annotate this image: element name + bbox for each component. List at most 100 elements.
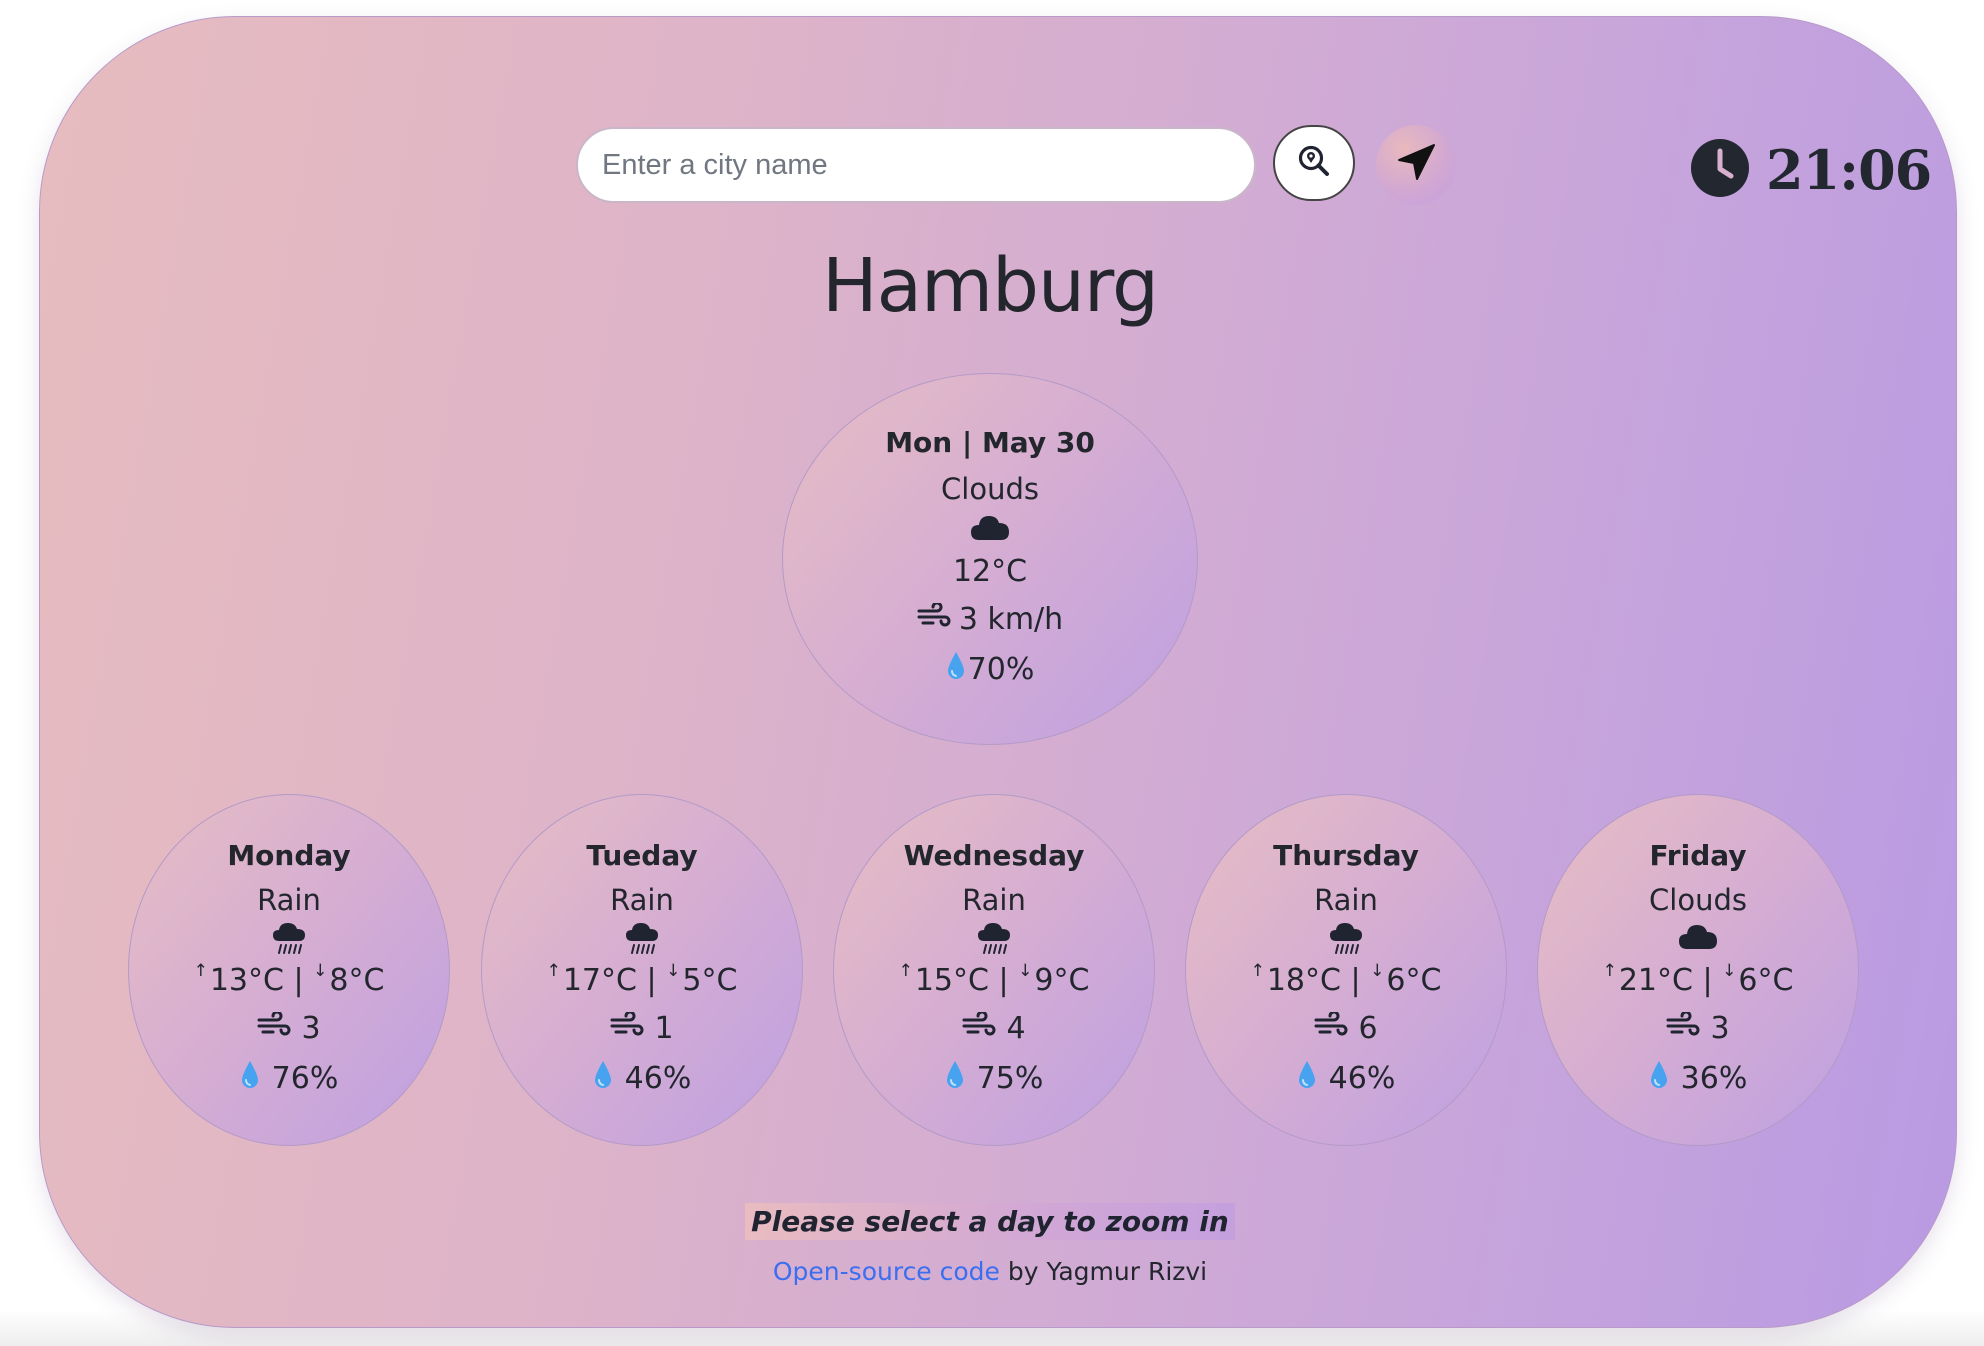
wind-icon: [1666, 1010, 1700, 1046]
current-condition-icon-wrap: [783, 512, 1197, 546]
forecast-wind-row: 4: [834, 1010, 1154, 1046]
search-location-icon: [1297, 144, 1331, 182]
forecast-low: 5°C: [682, 963, 738, 998]
wind-icon: [962, 1010, 996, 1046]
forecast-wind: 3: [301, 1011, 321, 1046]
select-day-hint: Please select a day to zoom in: [745, 1203, 1235, 1240]
forecast-humidity: 76%: [271, 1060, 339, 1096]
forecast-low: 9°C: [1034, 963, 1090, 998]
current-temperature: 12°C: [952, 554, 1028, 589]
forecast-wind-row: 1: [482, 1010, 802, 1046]
current-condition: Clouds: [941, 472, 1039, 506]
forecast-high: 21°C: [1618, 963, 1693, 998]
cloud-rain-icon: [624, 921, 660, 959]
search-button[interactable]: [1273, 125, 1355, 201]
forecast-humidity: 75%: [976, 1060, 1044, 1096]
forecast-wind: 6: [1358, 1011, 1378, 1046]
current-location-button[interactable]: [1376, 125, 1456, 205]
forecast-day-friday[interactable]: Friday Clouds ↑ 21°C | ↓ 6°C 3 36%: [1537, 794, 1859, 1146]
clock: 21:06: [1690, 135, 1932, 205]
forecast-temp-row: ↑ 18°C | ↓ 6°C: [1186, 960, 1506, 999]
wind-icon: [257, 1010, 291, 1046]
forecast-low: 6°C: [1386, 963, 1442, 998]
forecast-wind-row: 3: [129, 1010, 449, 1046]
forecast-wind: 3: [1710, 1011, 1730, 1046]
arrow-down-icon: ↓: [666, 960, 681, 981]
forecast-temp-row: ↑ 13°C | ↓ 8°C: [129, 960, 449, 999]
forecast-condition-icon-wrap: [129, 921, 449, 959]
forecast-day-name: Monday: [227, 839, 351, 872]
cloud-icon: [969, 512, 1011, 546]
forecast-wind: 4: [1006, 1011, 1026, 1046]
open-source-link[interactable]: Open-source code: [773, 1257, 1000, 1286]
forecast-humidity-row: 75%: [834, 1059, 1154, 1097]
city-name: Hamburg: [821, 243, 1159, 329]
arrow-up-icon: ↑: [1250, 960, 1265, 981]
cloud-icon: [1677, 921, 1719, 955]
forecast-low: 8°C: [329, 963, 385, 998]
forecast-condition: Rain: [257, 883, 321, 917]
water-drop-icon: [946, 650, 966, 688]
footer: Open-source code by Yagmur Rizvi: [40, 1257, 1940, 1286]
water-drop-icon: [1297, 1059, 1317, 1097]
forecast-humidity-row: 36%: [1538, 1059, 1858, 1097]
forecast-temp-row: ↑ 21°C | ↓ 6°C: [1538, 960, 1858, 999]
wind-icon: [1314, 1010, 1348, 1046]
arrow-up-icon: ↑: [193, 960, 208, 981]
forecast-condition-icon-wrap: [834, 921, 1154, 959]
arrow-up-icon: ↑: [898, 960, 913, 981]
forecast-day-name: Thursday: [1273, 839, 1419, 872]
forecast-humidity-row: 46%: [482, 1059, 802, 1097]
current-humidity: 70%: [967, 651, 1035, 687]
arrow-up-icon: ↑: [546, 960, 561, 981]
forecast-condition: Rain: [1314, 883, 1378, 917]
forecast-temp-row: ↑ 15°C | ↓ 9°C: [834, 960, 1154, 999]
forecast-day-monday[interactable]: Monday Rain ↑ 13°C | ↓ 8°C 3 76%: [128, 794, 450, 1146]
forecast-wind: 1: [654, 1011, 674, 1046]
temp-separator: |: [636, 963, 667, 998]
forecast-condition: Rain: [962, 883, 1026, 917]
temp-separator: |: [1692, 963, 1723, 998]
current-wind-row: 3 km/h: [783, 601, 1197, 637]
forecast-low: 6°C: [1738, 963, 1794, 998]
forecast-day-thursday[interactable]: Thursday Rain ↑ 18°C | ↓ 6°C 6 46%: [1185, 794, 1507, 1146]
arrow-down-icon: ↓: [313, 960, 328, 981]
forecast-day-tuesday[interactable]: Tueday Rain ↑ 17°C | ↓ 5°C 1 46%: [481, 794, 803, 1146]
weather-card: 21:06 Hamburg Mon | May 30 Clouds 12°C 3…: [39, 16, 1957, 1328]
cloud-rain-icon: [271, 921, 307, 959]
location-arrow-icon: [1394, 141, 1438, 189]
water-drop-icon: [945, 1059, 965, 1097]
forecast-high: 15°C: [914, 963, 989, 998]
forecast-condition-icon-wrap: [1538, 921, 1858, 955]
arrow-up-icon: ↑: [1602, 960, 1617, 981]
forecast-wind-row: 3: [1538, 1010, 1858, 1046]
current-wind: 3 km/h: [958, 602, 1064, 637]
wind-icon: [610, 1010, 644, 1046]
current-date: Mon | May 30: [885, 426, 1095, 459]
forecast-humidity-row: 46%: [1186, 1059, 1506, 1097]
forecast-condition: Clouds: [1649, 883, 1747, 917]
forecast-condition-icon-wrap: [1186, 921, 1506, 959]
forecast-day-name: Tueday: [586, 839, 698, 872]
footer-author: by Yagmur Rizvi: [1007, 1257, 1208, 1286]
arrow-down-icon: ↓: [1722, 960, 1737, 981]
cloud-rain-icon: [1328, 921, 1364, 959]
forecast-condition: Rain: [610, 883, 674, 917]
forecast-humidity-row: 76%: [129, 1059, 449, 1097]
water-drop-icon: [593, 1059, 613, 1097]
forecast-high: 18°C: [1266, 963, 1341, 998]
forecast-high: 13°C: [209, 963, 284, 998]
forecast-day-wednesday[interactable]: Wednesday Rain ↑ 15°C | ↓ 9°C 4 75%: [833, 794, 1155, 1146]
forecast-wind-row: 6: [1186, 1010, 1506, 1046]
arrow-down-icon: ↓: [1370, 960, 1385, 981]
forecast-high: 17°C: [562, 963, 637, 998]
water-drop-icon: [1649, 1059, 1669, 1097]
cloud-rain-icon: [976, 921, 1012, 959]
temp-separator: |: [988, 963, 1019, 998]
forecast-temp-row: ↑ 17°C | ↓ 5°C: [482, 960, 802, 999]
current-weather-bubble[interactable]: Mon | May 30 Clouds 12°C 3 km/h 70%: [782, 373, 1198, 745]
arrow-down-icon: ↓: [1018, 960, 1033, 981]
city-search-input[interactable]: [576, 127, 1256, 203]
clock-time: 21:06: [1766, 138, 1932, 202]
water-drop-icon: [240, 1059, 260, 1097]
